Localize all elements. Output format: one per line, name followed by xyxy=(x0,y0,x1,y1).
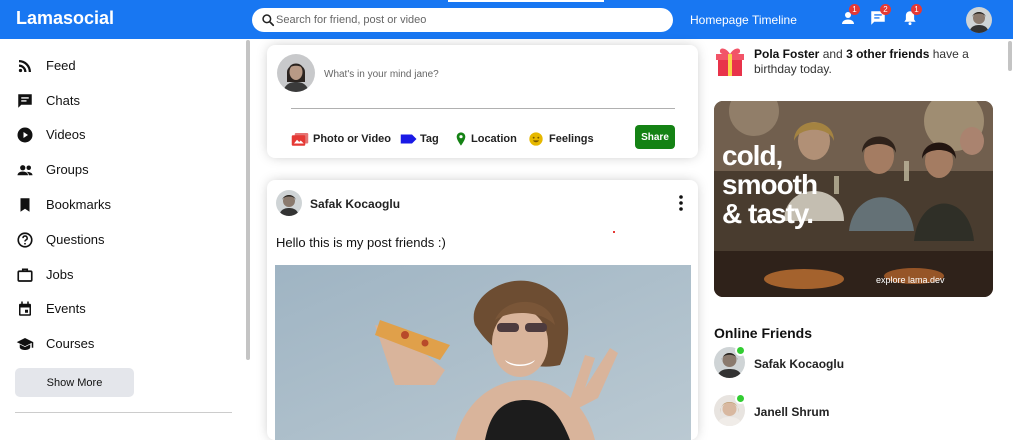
tab-strip xyxy=(448,0,604,2)
avatar[interactable] xyxy=(966,7,992,33)
birthday-others[interactable]: 3 other friends xyxy=(846,47,929,61)
friend-request-badge: 1 xyxy=(849,4,860,15)
ad-line: smooth xyxy=(722,169,818,200)
label-icon xyxy=(400,134,417,144)
work-outline-icon xyxy=(17,268,33,282)
feelings-option[interactable]: Feelings xyxy=(527,130,597,148)
divider xyxy=(15,412,232,413)
post-text: Hello this is my post friends :) xyxy=(276,235,446,250)
photo-video-option[interactable]: Photo or Video xyxy=(291,130,391,148)
sidebar-item-label: Bookmarks xyxy=(46,197,112,212)
option-label: Tag xyxy=(420,133,439,145)
option-label: Location xyxy=(471,133,517,145)
ad-headline: cold, smooth & tasty. xyxy=(722,140,818,229)
birthday-name[interactable]: Pola Foster xyxy=(754,47,819,61)
emoji-emotions-icon xyxy=(529,132,543,146)
indicator-dot xyxy=(613,231,615,233)
school-icon xyxy=(16,338,34,350)
more-vert-icon[interactable] xyxy=(677,194,685,212)
post-image[interactable] xyxy=(275,265,691,440)
friend-name: Safak Kocaoglu xyxy=(754,357,845,371)
ad-line: cold, xyxy=(722,140,783,171)
avatar[interactable] xyxy=(277,54,315,92)
gift-icon xyxy=(716,48,744,76)
sidebar-scrollbar[interactable] xyxy=(246,40,250,360)
sidebar-item-videos[interactable]: Videos xyxy=(16,123,236,145)
search-bar[interactable] xyxy=(252,8,673,32)
show-more-button[interactable]: Show More xyxy=(15,368,134,397)
rightbar: Pola Foster and 3 other friends have a b… xyxy=(700,39,1013,426)
online-friends-title: Online Friends xyxy=(714,325,813,341)
divider xyxy=(291,108,675,109)
sidebar-item-label: Feed xyxy=(46,58,76,73)
online-friend-item[interactable]: Safak Kocaoglu xyxy=(714,345,974,381)
birthday-connector: and xyxy=(819,47,847,61)
sidebar-item-chats[interactable]: Chats xyxy=(16,89,236,111)
avatar[interactable] xyxy=(276,190,302,216)
chat-badge: 2 xyxy=(880,4,891,15)
sidebar-item-groups[interactable]: Groups xyxy=(16,158,236,180)
sidebar-item-questions[interactable]: Questions xyxy=(16,228,236,250)
search-icon xyxy=(262,14,275,27)
group-icon xyxy=(17,165,33,176)
sidebar-item-courses[interactable]: Courses xyxy=(16,332,236,354)
friend-name: Janell Shrum xyxy=(754,405,830,419)
event-icon xyxy=(19,301,31,316)
option-label: Photo or Video xyxy=(313,133,392,145)
birthday-text: Pola Foster and 3 other friends have a b… xyxy=(754,47,969,77)
post-card: Safak Kocaoglu Hello this is my post fri… xyxy=(267,180,698,440)
rss-feed-icon xyxy=(18,60,31,73)
sidebar: Feed Chats Videos Groups Bookmarks Quest… xyxy=(0,39,252,425)
ad-line: & tasty. xyxy=(722,198,814,229)
online-friend-item[interactable]: Janell Shrum xyxy=(714,393,974,429)
share-button[interactable]: Share xyxy=(635,125,675,149)
search-input[interactable] xyxy=(276,11,661,29)
sidebar-item-label: Jobs xyxy=(46,267,74,282)
ad-footer: explore lama.dev xyxy=(876,275,945,285)
online-status-dot xyxy=(735,345,746,356)
sidebar-item-label: Questions xyxy=(46,232,105,247)
sidebar-item-feed[interactable]: Feed xyxy=(16,54,236,76)
help-outline-icon xyxy=(17,232,33,248)
play-circle-icon xyxy=(17,127,33,143)
bookmark-icon xyxy=(20,198,30,212)
room-icon xyxy=(456,132,466,146)
perm-media-icon xyxy=(291,133,309,146)
sidebar-item-label: Chats xyxy=(46,93,80,108)
topbar: Lamasocial Homepage Timeline 1 2 1 xyxy=(0,0,1013,39)
online-status-dot xyxy=(735,393,746,404)
sidebar-item-label: Courses xyxy=(46,336,95,351)
ad-banner[interactable]: cold, smooth & tasty. explore lama.dev xyxy=(714,101,993,297)
option-label: Feelings xyxy=(549,133,594,145)
sidebar-item-bookmarks[interactable]: Bookmarks xyxy=(16,193,236,215)
sidebar-item-label: Videos xyxy=(46,127,86,142)
notifications-badge: 1 xyxy=(911,4,922,15)
share-card: Photo or Video Tag Location Feelings Sha… xyxy=(267,45,698,158)
sidebar-item-label: Events xyxy=(46,301,86,316)
sidebar-item-label: Groups xyxy=(46,162,89,177)
location-option[interactable]: Location xyxy=(452,130,522,148)
sidebar-item-events[interactable]: Events xyxy=(16,297,236,319)
timeline-link[interactable]: Timeline xyxy=(752,13,797,27)
tag-option[interactable]: Tag xyxy=(400,130,440,148)
chat-icon xyxy=(18,94,32,108)
homepage-link[interactable]: Homepage xyxy=(690,13,749,27)
share-input[interactable] xyxy=(324,65,684,83)
logo[interactable]: Lamasocial xyxy=(16,8,114,29)
sidebar-item-jobs[interactable]: Jobs xyxy=(16,263,236,285)
page-scrollbar[interactable] xyxy=(1008,41,1012,71)
post-username[interactable]: Safak Kocaoglu xyxy=(310,197,400,211)
